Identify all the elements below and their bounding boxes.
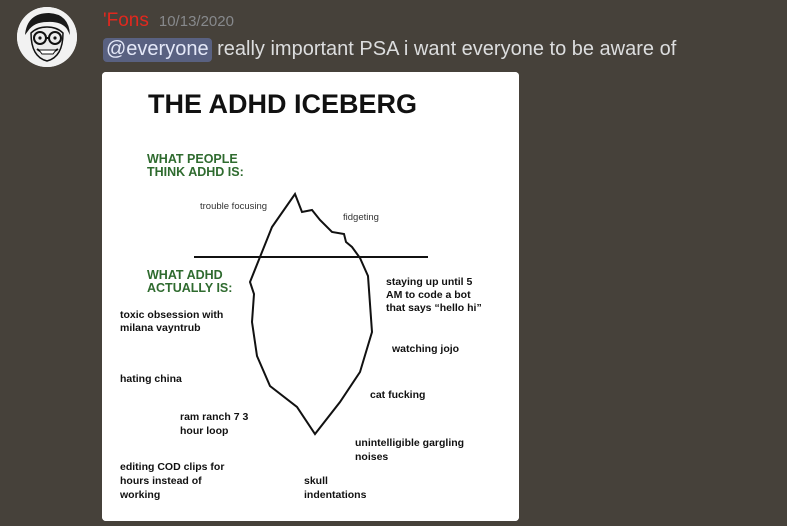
username[interactable]: 'Fons [103, 10, 149, 32]
above-heading-line-2: THINK ADHD IS: [147, 165, 244, 179]
adhd-iceberg-image: THE ADHD ICEBERG WHAT PEOPLE THINK ADHD … [102, 72, 519, 521]
staying-up-line-2: AM to code a bot [386, 289, 471, 301]
ram-ranch-line-1: ram ranch 7 3 [180, 411, 248, 423]
everyone-mention[interactable]: @everyone [103, 38, 212, 62]
skull-line-1: skull [304, 475, 328, 487]
message-content: @everyone really important PSA i want ev… [103, 38, 677, 62]
hating-china-label: hating china [120, 373, 182, 385]
ram-ranch-line-2: hour loop [180, 425, 228, 437]
editing-cod-line-1: editing COD clips for [120, 461, 224, 473]
avatar-face-icon [17, 7, 77, 67]
cat-fucking-label: cat fucking [370, 389, 425, 401]
below-heading-line-1: WHAT ADHD [147, 268, 223, 282]
image-attachment[interactable]: THE ADHD ICEBERG WHAT PEOPLE THINK ADHD … [102, 72, 519, 521]
above-heading-line-1: WHAT PEOPLE [147, 152, 238, 166]
avatar[interactable] [17, 7, 77, 67]
editing-cod-line-3: working [119, 489, 160, 501]
toxic-obsession-line-1: toxic obsession with [120, 309, 223, 321]
editing-cod-line-2: hours instead of [120, 475, 202, 487]
message-header: 'Fons 10/13/2020 [103, 10, 234, 32]
below-heading-line-2: ACTUALLY IS: [147, 281, 232, 295]
message-text: really important PSA i want everyone to … [211, 38, 677, 60]
fidgeting-label: fidgeting [343, 212, 379, 223]
watching-jojo-label: watching jojo [391, 343, 459, 355]
staying-up-line-1: staying up until 5 [386, 276, 472, 288]
gargling-line-2: noises [355, 451, 388, 463]
trouble-focusing-label: trouble focusing [200, 201, 267, 212]
timestamp: 10/13/2020 [158, 13, 234, 30]
image-title: THE ADHD ICEBERG [148, 89, 417, 119]
gargling-line-1: unintelligible gargling [355, 437, 464, 449]
toxic-obsession-line-2: milana vayntrub [120, 322, 201, 334]
staying-up-line-3: that says “hello hi” [386, 302, 482, 314]
skull-line-2: indentations [304, 489, 367, 501]
